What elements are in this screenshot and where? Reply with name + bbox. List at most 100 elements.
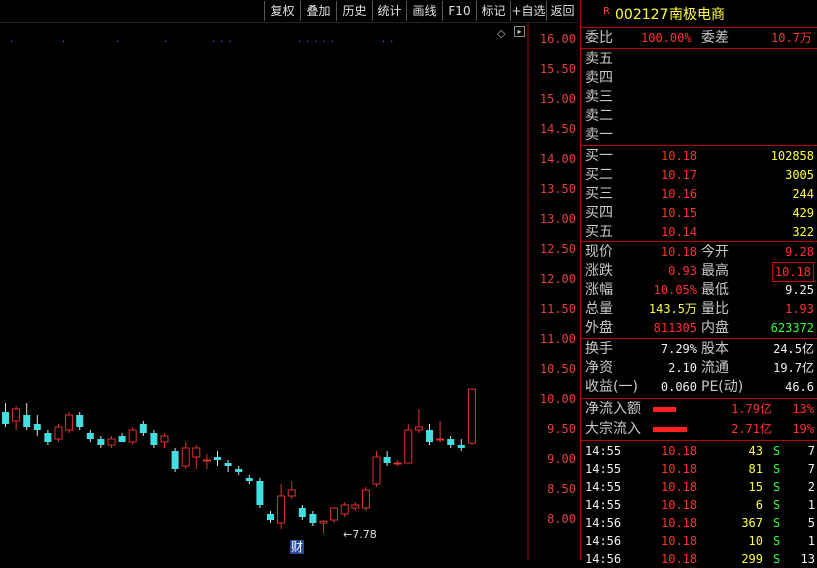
weicha-label: 委差	[701, 30, 729, 46]
buy-level-price[interactable]: 10.18	[661, 147, 697, 165]
margin-flag: R	[603, 6, 610, 17]
tick-row[interactable]: 14:56 10.18 299 S 13	[581, 550, 817, 568]
kline-svg[interactable]	[0, 0, 578, 560]
kline-chart[interactable]: 16.00 15.50 15.00 14.50 14.00 13.50 13.00 12.50…	[0, 0, 578, 560]
candle-body-down	[33, 424, 41, 430]
flow-percent: 19%	[792, 422, 814, 436]
candle-body-up	[287, 489, 296, 497]
tick-side: S	[773, 516, 781, 530]
tick-row[interactable]: 14:55 10.18 43 S 7	[581, 442, 817, 460]
buy-level-price[interactable]: 10.16	[661, 185, 697, 203]
fund-label: PE(动)	[701, 379, 744, 395]
stock-name[interactable]: 南极电商	[669, 6, 725, 24]
signal-dots: ·	[116, 37, 125, 48]
y-tick-label: 8.00	[547, 512, 576, 526]
tick-row[interactable]: 14:55 10.18 81 S 7	[581, 460, 817, 478]
scroll-right-icon[interactable]: ▸	[514, 26, 525, 37]
tick-count: 1	[807, 534, 815, 548]
finance-report-marker[interactable]: 财	[290, 540, 305, 554]
signal-dots: ·····	[298, 37, 339, 48]
quote-label: 涨幅	[585, 282, 613, 298]
y-tick-label: 16.00	[539, 32, 576, 46]
candle-body-up	[361, 489, 370, 509]
tick-count: 7	[807, 444, 815, 458]
y-tick-label: 13.50	[539, 182, 576, 196]
quote-value: 9.28	[785, 245, 814, 259]
y-tick-label: 13.00	[539, 212, 576, 226]
sell-level-label: 卖五	[585, 51, 613, 67]
tick-time: 14:56	[585, 534, 622, 548]
tick-price: 10.18	[661, 480, 698, 494]
tick-price: 10.18	[661, 444, 698, 458]
buy-level-volume: 322	[792, 225, 814, 239]
toolbar-button-1[interactable]: 叠加	[300, 1, 336, 21]
buy-level-price[interactable]: 10.14	[661, 223, 697, 241]
tick-time: 14:55	[585, 480, 622, 494]
candle-body-down	[76, 415, 84, 427]
tick-side: S	[773, 498, 781, 512]
quote-label: 今开	[701, 244, 729, 260]
stock-code[interactable]: 002127	[615, 6, 668, 24]
toolbar-button-5[interactable]: F10	[442, 1, 476, 21]
toolbar-button-2[interactable]: 历史	[336, 1, 372, 21]
candle-body-up	[330, 507, 339, 521]
candle-body-down	[171, 451, 179, 469]
tick-volume: 10	[748, 534, 763, 548]
tick-count: 5	[807, 516, 815, 530]
candle-body-down	[44, 433, 52, 442]
tick-count: 7	[807, 462, 815, 476]
candle-body-up	[107, 438, 116, 446]
quote-panel: R 002127 南极电商 委比 100.00% 委差 10.7万 卖五 卖四 卖三…	[580, 0, 817, 566]
candle-body-up	[65, 414, 74, 431]
y-tick-label: 14.50	[539, 122, 576, 136]
flow-value: 2.71亿	[731, 422, 772, 436]
divider	[581, 398, 817, 399]
signal-dots: ···	[212, 37, 237, 48]
quote-value: 10.05%	[653, 283, 697, 297]
tick-count: 2	[807, 480, 815, 494]
quote-label: 最低	[701, 282, 729, 298]
toolbar-button-6[interactable]: 标记	[476, 1, 510, 21]
toolbar-button-3[interactable]: 统计	[372, 1, 406, 21]
buy-level-price[interactable]: 10.17	[661, 166, 697, 184]
tick-volume: 15	[748, 480, 763, 494]
tick-row[interactable]: 14:55 10.18 15 S 2	[581, 478, 817, 496]
fund-label: 股本	[701, 341, 729, 357]
divider	[581, 27, 817, 28]
flow-percent: 13%	[792, 402, 814, 416]
buy-level-label: 买一	[585, 148, 613, 164]
buy-level-volume: 3005	[785, 168, 814, 182]
candle-body-down	[383, 457, 391, 463]
toolbar-button-0[interactable]: 复权	[264, 1, 300, 21]
toolbar-button-8[interactable]: 返回	[546, 1, 578, 21]
tick-price: 10.18	[661, 462, 698, 476]
candle-body-down	[235, 469, 243, 472]
candle-body-up	[12, 408, 21, 422]
quote-value: 811305	[653, 321, 697, 335]
signal-dots: ·	[164, 37, 173, 48]
tick-row[interactable]: 14:55 10.18 6 S 1	[581, 496, 817, 514]
quote-value: 623372	[770, 321, 814, 335]
y-tick-label: 10.50	[539, 362, 576, 376]
toolbar-button-7[interactable]: +自选	[510, 1, 546, 21]
candle-body-down	[298, 508, 306, 517]
quote-value: 10.18	[660, 245, 697, 259]
tick-time: 14:55	[585, 498, 622, 512]
toolbar-button-4[interactable]: 画线	[406, 1, 442, 21]
flow-bar	[653, 427, 687, 432]
tick-volume: 299	[741, 552, 763, 566]
tick-time: 14:55	[585, 444, 622, 458]
tick-row[interactable]: 14:56 10.18 367 S 5	[581, 514, 817, 532]
fund-label: 收益(一)	[585, 379, 638, 395]
buy-level-volume: 102858	[770, 149, 814, 163]
candle-body-up	[277, 495, 286, 524]
divider	[581, 440, 817, 441]
fund-label: 流通	[701, 360, 729, 376]
diamond-icon[interactable]: ◇	[497, 27, 505, 40]
tick-count: 13	[800, 552, 815, 566]
tick-side: S	[773, 462, 781, 476]
chart-toolbar: 复权 叠加 历史 统计 画线 F10 标记 +自选 返回	[0, 0, 578, 23]
tick-row[interactable]: 14:56 10.18 10 S 1	[581, 532, 817, 550]
buy-level-price[interactable]: 10.15	[661, 204, 697, 222]
tick-price: 10.18	[661, 498, 698, 512]
